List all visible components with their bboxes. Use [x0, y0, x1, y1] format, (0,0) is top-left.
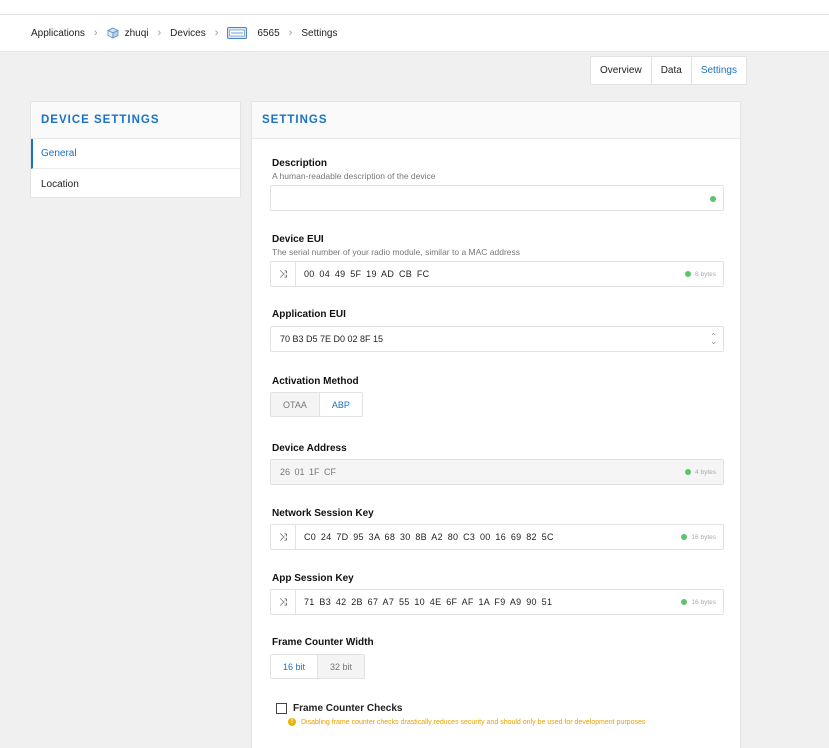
breadcrumb-app[interactable]: zhuqi — [106, 27, 149, 39]
tab-overview[interactable]: Overview — [591, 57, 652, 84]
network-session-key-label: Network Session Key — [272, 508, 374, 519]
breadcrumb-device[interactable]: 6565 — [227, 27, 280, 39]
device-tabs: Overview Data Settings — [590, 56, 747, 85]
shuffle-icon[interactable]: ⤨ — [271, 590, 296, 614]
application-eui-value: 70 B3 D5 7E D0 02 8F 15 — [280, 334, 384, 344]
settings-card: SETTINGS Description A human-readable de… — [251, 101, 741, 748]
app-session-key-value: 71 B3 42 2B 67 A7 55 10 4E 6F AF 1A F9 A… — [304, 597, 553, 607]
network-session-key-value: C0 24 7D 95 3A 68 30 8B A2 80 C3 00 16 6… — [304, 532, 554, 542]
tab-settings[interactable]: Settings — [691, 57, 746, 84]
chevron-right-icon: › — [93, 27, 98, 39]
device-address-value: 26 01 1F CF — [280, 467, 337, 477]
byte-count: 4 bytes — [685, 469, 716, 476]
nav-item-location[interactable]: Location — [31, 169, 240, 199]
frame-width-32-button[interactable]: 32 bit — [318, 655, 365, 678]
description-input[interactable] — [270, 185, 724, 211]
breadcrumb-devices[interactable]: Devices — [170, 28, 206, 39]
valid-check-icon — [710, 196, 716, 202]
device-eui-value: 00 04 49 5F 19 AD CB FC — [304, 269, 430, 279]
device-eui-label: Device EUI — [272, 234, 324, 245]
select-arrows-icon: ⌃ ⌄ — [710, 332, 717, 346]
nav-item-general[interactable]: General — [31, 139, 240, 169]
frame-counter-warning: ! Disabling frame counter checks drastic… — [288, 718, 645, 726]
activation-otaa-button[interactable]: OTAA — [271, 393, 320, 416]
breadcrumb-applications[interactable]: Applications — [31, 28, 85, 39]
activation-abp-button[interactable]: ABP — [319, 393, 362, 416]
frame-counter-checks-label: Frame Counter Checks — [293, 703, 403, 714]
frame-counter-width-toggle: 16 bit 32 bit — [270, 654, 366, 679]
device-settings-nav: DEVICE SETTINGS General Location — [30, 101, 241, 198]
tab-data[interactable]: Data — [652, 57, 692, 84]
breadcrumb-device-label: 6565 — [257, 27, 280, 39]
frame-counter-checks-checkbox[interactable] — [276, 703, 287, 714]
app-session-key-input[interactable]: ⤨ 71 B3 42 2B 67 A7 55 10 4E 6F AF 1A F9… — [270, 589, 724, 615]
device-address-field: 26 01 1F CF 4 bytes — [270, 459, 724, 485]
byte-count: 16 bytes — [681, 599, 716, 606]
frame-counter-checks-row[interactable]: Frame Counter Checks — [276, 703, 402, 714]
valid-check-icon — [681, 599, 688, 605]
shuffle-icon[interactable]: ⤨ — [271, 525, 296, 549]
valid-check-icon — [685, 469, 692, 475]
settings-title: SETTINGS — [252, 102, 740, 139]
application-eui-label: Application EUI — [272, 309, 346, 320]
valid-check-icon — [685, 271, 692, 277]
description-hint: A human-readable description of the devi… — [272, 171, 436, 181]
cube-icon — [106, 27, 119, 39]
top-bar — [0, 0, 829, 15]
frame-width-16-button[interactable]: 16 bit — [271, 655, 319, 678]
app-session-key-label: App Session Key — [272, 573, 354, 584]
chevron-right-icon: › — [214, 27, 219, 39]
breadcrumb-app-label: zhuqi — [124, 27, 149, 39]
device-icon — [227, 27, 248, 39]
byte-count: 8 bytes — [685, 271, 716, 278]
byte-count: 16 bytes — [681, 534, 716, 541]
chevron-right-icon: › — [288, 27, 293, 39]
frame-counter-warning-text: Disabling frame counter checks drastical… — [301, 718, 646, 726]
description-label: Description — [272, 158, 328, 169]
breadcrumb-settings: Settings — [301, 27, 338, 39]
device-settings-title: DEVICE SETTINGS — [31, 102, 240, 139]
activation-method-label: Activation Method — [272, 376, 359, 387]
device-eui-hint: The serial number of your radio module, … — [272, 247, 521, 257]
frame-counter-width-label: Frame Counter Width — [272, 637, 374, 648]
warning-icon: ! — [288, 718, 296, 726]
network-session-key-input[interactable]: ⤨ C0 24 7D 95 3A 68 30 8B A2 80 C3 00 16… — [270, 524, 724, 550]
activation-method-toggle: OTAA ABP — [270, 392, 363, 417]
valid-check-icon — [681, 534, 688, 540]
application-eui-select[interactable]: 70 B3 D5 7E D0 02 8F 15 ⌃ ⌄ — [270, 326, 724, 352]
device-address-label: Device Address — [272, 443, 347, 454]
shuffle-icon[interactable]: ⤨ — [271, 262, 296, 286]
device-eui-input[interactable]: ⤨ 00 04 49 5F 19 AD CB FC 8 bytes — [270, 261, 724, 287]
breadcrumb: Applications › zhuqi › Devices › 6565 › … — [0, 15, 829, 52]
chevron-right-icon: › — [157, 27, 162, 39]
